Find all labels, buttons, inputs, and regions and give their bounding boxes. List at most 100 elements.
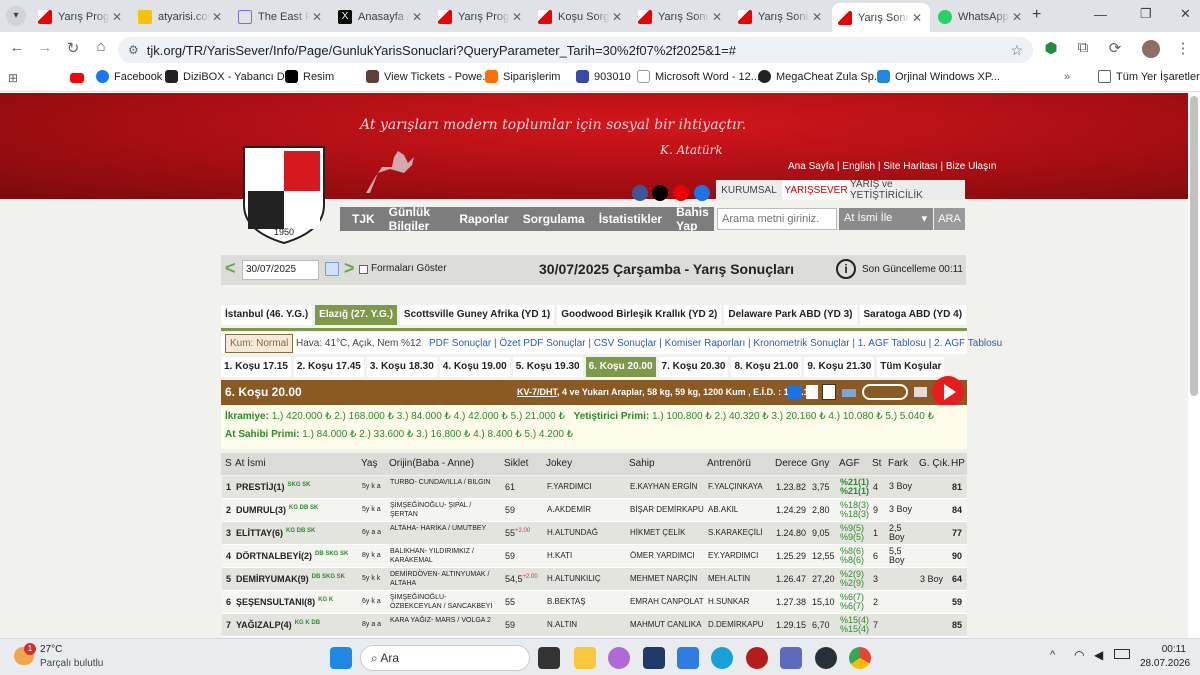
column-header[interactable]: Siklet [504,458,528,469]
race-tab-5[interactable]: 5. Koşu 19.30 [512,357,583,377]
date-input[interactable]: 30/07/2025 [242,260,319,280]
cell-sahip[interactable]: MAHMUT CANLIKA [630,620,701,629]
cell-orijin[interactable]: DEMİRDÖVEN- ALTINYUMAK / ALTAHA [390,570,498,588]
battery-icon[interactable] [1114,649,1130,659]
column-header[interactable]: Yaş [361,458,378,469]
nav-tjk[interactable]: TJK [352,212,375,226]
column-header[interactable]: AGF [839,458,860,469]
table-row[interactable]: 6 ŞEŞENSULTANI(8) KG K 6y k a ŞİMŞEĞİNOĞLU- … [222,591,967,614]
file-explorer-icon[interactable] [574,647,596,669]
scrollbar-thumb[interactable] [1190,96,1198,396]
race-tab-all[interactable]: Tüm Koşular [877,357,945,377]
table-row[interactable]: 7 YAĞIZALP(4) KG K DB 8y a a KARA YAĞIZ- MAR… [222,614,967,637]
taskbar-search[interactable]: ⌕ Ara [360,645,530,671]
next-date-arrow-icon[interactable]: > [344,258,355,279]
speaker-icon[interactable]: ◀ [1094,648,1103,662]
bookmark-dizibox[interactable]: DiziBOX - Yabancı D... [165,70,294,83]
youtube-icon[interactable] [673,185,689,201]
nav-gunluk-bilgiler[interactable]: Günlük Bilgiler [389,205,446,233]
sync-icon[interactable]: ⟳ [1104,39,1126,57]
cell-jokey[interactable]: A.AKDEMİR [547,505,591,514]
tab-0[interactable]: Yarış Program✕ [32,4,130,30]
cell-sahip[interactable]: HİKMET ÇELİK [630,528,685,537]
cell-orijin[interactable]: BALIKHAN- YILDIRIMKIZ / KARAKEMAL [390,547,498,565]
cell-sahip[interactable]: ÖMER YARDIMCI [630,551,695,560]
cell-orijin[interactable]: ŞİMŞEĞİNOĞLU- ÖZBEKCEYLAN / SANCAKBEYİ [390,593,498,611]
city-tab-scottsville[interactable]: Scottsville Guney Afrika (YD 1) [399,305,555,325]
url-text[interactable]: tjk.org/TR/YarisSever/Info/Page/GunlukYa… [147,43,1007,58]
search-scope-select[interactable]: At İsmi İle ▾ [839,208,933,230]
tab-yaris-yetistiricilik[interactable]: YARIŞ ve YETİŞTİRİCİLİK [850,179,965,201]
document-icon[interactable] [806,385,818,399]
close-icon[interactable]: ✕ [810,10,824,24]
new-tab-plus-icon[interactable]: + [1032,6,1041,24]
play-icon[interactable] [931,375,965,409]
video-icon[interactable] [842,389,856,397]
app-icon[interactable] [746,647,768,669]
close-icon[interactable]: ✕ [510,10,524,24]
cell-at[interactable]: PRESTİJ(1) SKG SK [236,482,311,492]
nav-sorgulama[interactable]: Sorgulama [523,212,585,226]
shield-icon[interactable]: ⬢ [1040,39,1062,57]
formalari-checkbox[interactable] [359,265,368,274]
windows-start-icon[interactable] [330,647,352,669]
cell-at[interactable]: DUMRUL(3) KG DB SK [236,505,318,515]
site-info-icon[interactable]: ⚙ [128,43,139,57]
close-icon[interactable]: ✕ [610,10,624,24]
close-icon[interactable]: ✕ [110,10,124,24]
race-tab-7[interactable]: 7. Koşu 20.30 [658,357,729,377]
table-row[interactable]: 1 PRESTİJ(1) SKG SK 5y k a TURBO- CUNDAVILLA… [222,476,967,499]
city-tab-delaware[interactable]: Delaware Park ABD (YD 3) [724,305,857,325]
cell-jokey[interactable]: H.ALTUNDAĞ [547,528,598,537]
bookmark-resim[interactable]: Resim [285,70,334,83]
bookmark-star-icon[interactable]: ☆ [1010,42,1023,59]
m-icon[interactable] [822,384,836,400]
tab-4[interactable]: Yarış Program✕ [432,4,530,30]
column-header[interactable]: Orijin(Baba - Anne) [389,458,474,469]
home-icon[interactable]: ⌂ [90,38,112,55]
facebook-icon[interactable] [632,185,648,201]
cell-jokey[interactable]: H.KATI [547,551,572,560]
reload-icon[interactable]: ↻ [62,39,84,57]
column-header[interactable]: S [225,458,232,469]
tjk-logo-icon[interactable]: 1950 [242,145,326,245]
tab-5[interactable]: Koşu Sorgu ✕ [532,4,630,30]
instagram-icon[interactable] [694,185,710,201]
bookmark-903010[interactable]: 903010 [576,70,631,83]
address-bar[interactable]: ⚙ tjk.org/TR/YarisSever/Info/Page/Gunluk… [118,37,1033,63]
top-links[interactable]: Ana Sayfa | English | Site Haritası | Bi… [788,161,996,172]
race-tab-9[interactable]: 9. Koşu 21.30 [804,357,875,377]
calendar-icon[interactable] [325,262,339,276]
x-icon[interactable] [652,185,668,201]
forward-arrow-icon[interactable]: → [34,39,56,56]
tab-3[interactable]: X Anasayfa / ✕ [332,4,430,30]
cell-antrenor[interactable]: F.YALÇINKAYA [708,482,763,491]
bookmark-tickets[interactable]: View Tickets - Powe... [366,70,491,83]
cell-sahip[interactable]: EMRAH CANPOLAT [630,597,704,606]
chevron-up-icon[interactable]: ^ [1050,649,1055,661]
minimize-icon[interactable]: — [1094,7,1107,22]
store-icon[interactable] [677,647,699,669]
tab-6[interactable]: Yarış Sonuç✕ [632,4,730,30]
agf-icon[interactable] [788,385,802,399]
nav-istatistikler[interactable]: İstatistikler [599,212,662,226]
restore-icon[interactable]: ❐ [1140,6,1152,22]
copilot-icon[interactable] [608,647,630,669]
table-row[interactable]: 3 ELİTTAY(6) KG DB SK 6y a a ALTAHA- HARİKA … [222,522,967,545]
cell-sahip[interactable]: E.KAYHAN ERGİN [630,482,697,491]
nav-raporlar[interactable]: Raporlar [459,212,508,226]
search-button[interactable]: ARA [934,208,965,230]
cell-sahip[interactable]: BİŞAR DEMİRKAPU [630,505,704,514]
column-header[interactable]: Derece [775,458,807,469]
tab-kurumsal[interactable]: KURUMSAL [716,180,782,200]
city-tab-elazig[interactable]: Elazığ (27. Y.G.) [315,305,397,325]
tab-9[interactable]: WhatsApp ✕ [932,4,1030,30]
cell-jokey[interactable]: N.ALTIN [547,620,577,629]
cell-at[interactable]: ŞEŞENSULTANI(8) KG K [236,597,333,607]
result-links[interactable]: PDF Sonuçlar | Özet PDF Sonuçlar | CSV S… [429,338,1002,349]
tab-yarissever[interactable]: YARIŞSEVER [782,180,850,200]
close-icon[interactable]: ✕ [710,10,724,24]
tab-1[interactable]: atyarisi.com✕ [132,4,230,30]
column-header[interactable]: At İsmi [235,458,266,469]
race-tab-4[interactable]: 4. Koşu 19.00 [439,357,510,377]
